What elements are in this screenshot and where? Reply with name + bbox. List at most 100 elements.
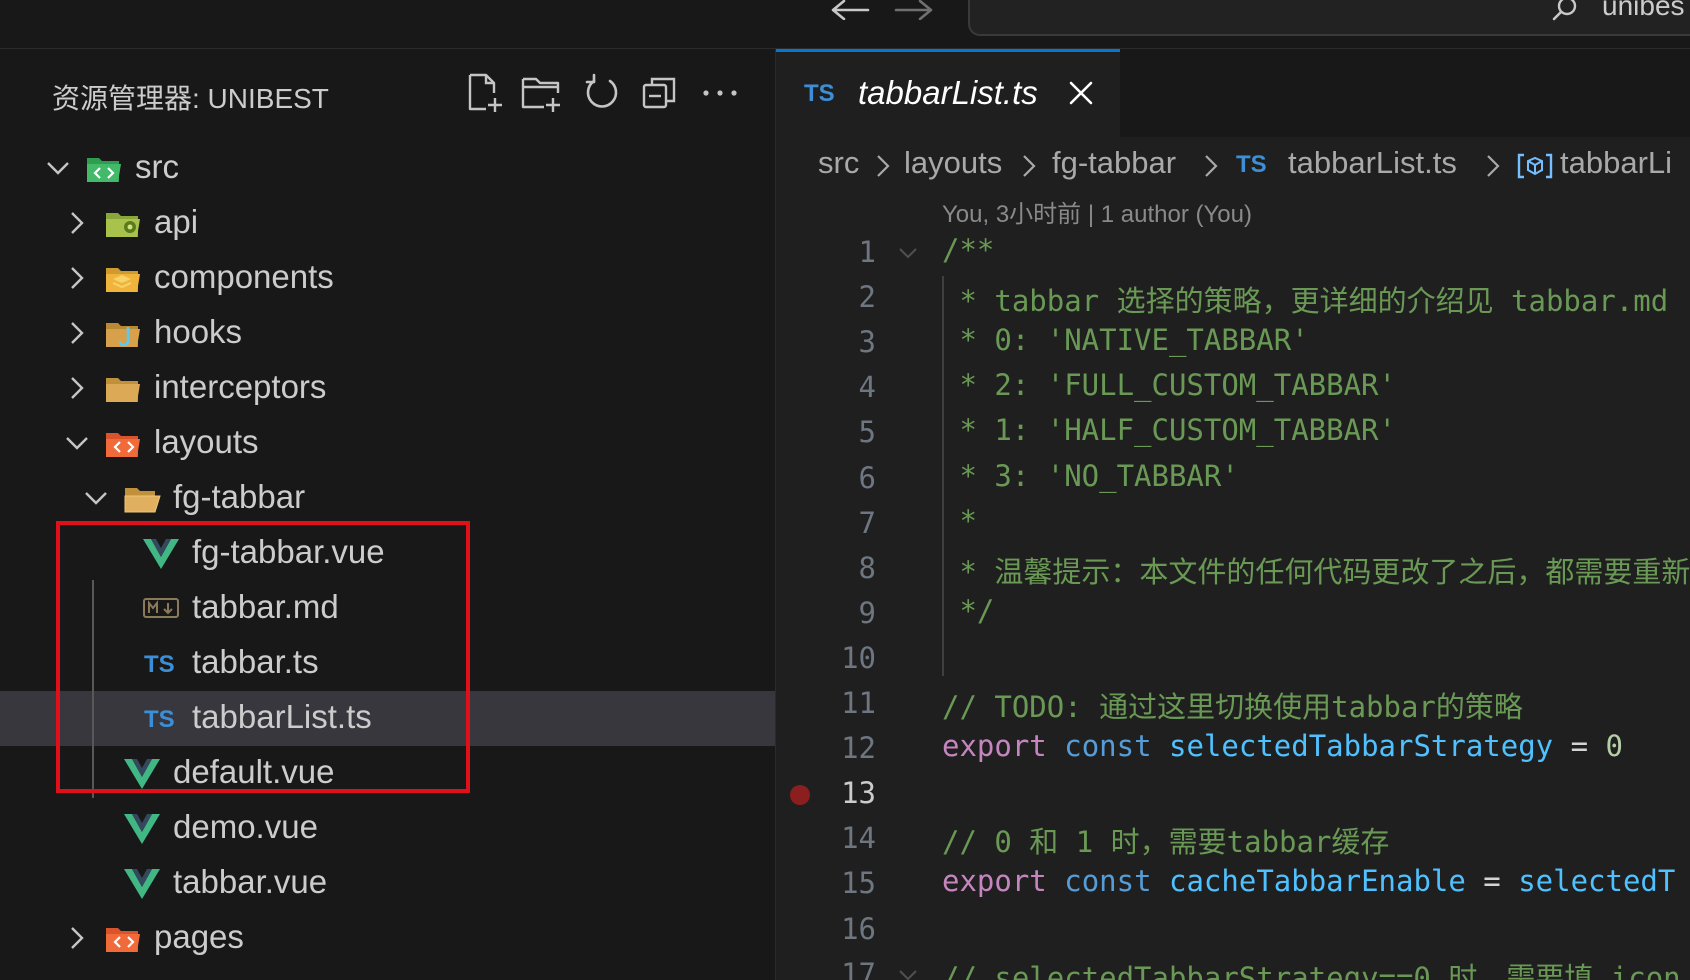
collapse-all-icon[interactable] [638, 71, 682, 115]
new-folder-icon[interactable] [520, 71, 564, 115]
tree-item[interactable]: components [0, 251, 775, 306]
code-token: = [1465, 864, 1519, 899]
code-token: export [942, 864, 1047, 899]
breadcrumb-item-fg-tabbar[interactable]: fg-tabbar [1052, 145, 1176, 181]
chevron-down-icon[interactable] [45, 155, 71, 181]
tree-item[interactable]: layouts [0, 416, 775, 471]
chevron-right-icon[interactable] [64, 210, 90, 236]
code-line[interactable]: 7 * [776, 502, 1690, 547]
code-text: * 3: 'NO_TABBAR' [942, 459, 1238, 493]
tree-item[interactable]: pages [0, 911, 775, 966]
line-number: 3 [858, 325, 876, 360]
code-text: * [942, 503, 977, 538]
code-line[interactable]: 1 /** [776, 231, 1690, 276]
tree-item-label: api [154, 203, 199, 240]
close-icon[interactable] [1066, 78, 1096, 108]
tree-item[interactable]: demo.vue [0, 801, 775, 856]
code-line[interactable]: 10 [776, 637, 1690, 682]
arrow-left-icon[interactable] [828, 0, 872, 21]
command-center-text: unibes [1602, 0, 1685, 21]
new-file-icon[interactable] [462, 71, 506, 115]
code-line[interactable]: 6 * 3: 'NO_TABBAR' [776, 457, 1690, 502]
title-bar: unibes [0, 0, 1690, 49]
folder-components-icon [104, 260, 142, 296]
tree-item[interactable]: interceptors [0, 361, 775, 416]
code-token: // selectedTabbarStrategy==0 时，需要填 icon [942, 960, 1681, 980]
chevron-right-icon[interactable] [64, 320, 90, 346]
tree-item-label: tabbar.vue [173, 863, 328, 900]
code-line[interactable]: 12 export const selectedTabbarStrategy = … [776, 727, 1690, 772]
line-number: 15 [841, 866, 876, 901]
folder-icon [104, 370, 142, 406]
chevron-right-icon [1200, 151, 1222, 177]
command-center-search[interactable]: unibes [968, 0, 1690, 36]
tab-tabbarlist-ts[interactable]: TS tabbarList.ts [776, 49, 1120, 137]
code-text: export const selectedTabbarStrategy = 0 [942, 729, 1623, 763]
tree-item-label: components [154, 258, 334, 295]
indent-guide [942, 276, 944, 676]
code-text: * 0: 'NATIVE_TABBAR' [942, 323, 1308, 357]
code-token: const [1064, 729, 1152, 764]
chevron-right-icon [1482, 151, 1504, 177]
chevron-down-icon[interactable] [83, 485, 109, 511]
code-line[interactable]: 3 * 0: 'NATIVE_TABBAR' [776, 321, 1690, 366]
code-text: export const cacheTabbarEnable = selecte… [942, 864, 1675, 898]
code-token: * [942, 503, 977, 538]
tree-item-label: pages [154, 918, 244, 955]
vue-file-icon [123, 810, 161, 846]
code-line[interactable]: 2 * tabbar 选择的策略，更详细的介绍见 tabbar.md [776, 276, 1690, 321]
folder-src-icon [85, 150, 123, 186]
refresh-icon[interactable] [580, 71, 624, 115]
tree-item[interactable]: fg-tabbar [0, 471, 775, 526]
code-line[interactable]: 16 [776, 908, 1690, 953]
more-icon[interactable] [698, 71, 742, 115]
chevron-right-icon[interactable] [64, 265, 90, 291]
folder-open-icon [123, 480, 161, 516]
chevron-right-icon[interactable] [64, 925, 90, 951]
code-token: = [1553, 729, 1606, 764]
code-text: * 1: 'HALF_CUSTOM_TABBAR' [942, 413, 1396, 447]
arrow-right-icon[interactable] [892, 0, 936, 21]
chevron-right-icon[interactable] [64, 375, 90, 401]
tree-item[interactable]: src [0, 141, 775, 196]
code-line[interactable]: 8 * 温馨提示：本文件的任何代码更改了之后，都需要重新 [776, 547, 1690, 592]
breadcrumb-item-file[interactable]: tabbarList.ts [1288, 145, 1457, 181]
annotation-highlight-box [56, 521, 470, 793]
code-token: selectedTabbarStrategy [1169, 729, 1554, 764]
line-number: 2 [858, 280, 876, 315]
breadcrumb-item-symbol[interactable]: tabbarLi [1560, 145, 1672, 181]
tree-item[interactable]: api [0, 196, 775, 251]
code-text: /** [942, 233, 994, 267]
code-text: // TODO: 通过这里切换使用tabbar的策略 [942, 684, 1523, 726]
search-icon [1552, 0, 1578, 22]
folder-layouts-icon [104, 425, 142, 461]
code-line[interactable]: 11 // TODO: 通过这里切换使用tabbar的策略 [776, 682, 1690, 727]
code-text: * 2: 'FULL_CUSTOM_TABBAR' [942, 368, 1396, 402]
code-line[interactable]: 9 */ [776, 592, 1690, 637]
code-token: const [1064, 864, 1152, 899]
code-token: cacheTabbarEnable [1169, 864, 1466, 899]
code-text: * 温馨提示：本文件的任何代码更改了之后，都需要重新 [942, 549, 1690, 591]
code-line[interactable]: 17 // selectedTabbarStrategy==0 时，需要填 ico… [776, 953, 1690, 980]
codelens-blame[interactable]: You, 3小时前 | 1 author (You) [942, 194, 1252, 229]
code-line[interactable]: 14 // 0 和 1 时，需要tabbar缓存 [776, 817, 1690, 862]
code-token: export [942, 729, 1047, 764]
code-line[interactable]: 5 * 1: 'HALF_CUSTOM_TABBAR' [776, 411, 1690, 456]
code-line[interactable]: 4 * 2: 'FULL_CUSTOM_TABBAR' [776, 366, 1690, 411]
tree-item[interactable]: hooks [0, 306, 775, 361]
tree-item[interactable]: tabbar.vue [0, 856, 775, 911]
tree-item-label: fg-tabbar [173, 478, 306, 515]
tree-item-label: layouts [154, 423, 259, 460]
code-token: */ [942, 593, 995, 628]
chevron-down-icon[interactable] [64, 430, 90, 456]
code-line[interactable]: 13 [776, 772, 1690, 817]
breadcrumb-item-layouts[interactable]: layouts [904, 145, 1002, 181]
code-line[interactable]: 15 export const cacheTabbarEnable = selec… [776, 862, 1690, 907]
line-number: 13 [841, 776, 876, 811]
line-number: 5 [858, 415, 876, 450]
fold-chevron-icon[interactable] [898, 245, 918, 261]
breadcrumb-item-src[interactable]: src [818, 145, 859, 181]
fold-chevron-icon[interactable] [898, 967, 918, 980]
